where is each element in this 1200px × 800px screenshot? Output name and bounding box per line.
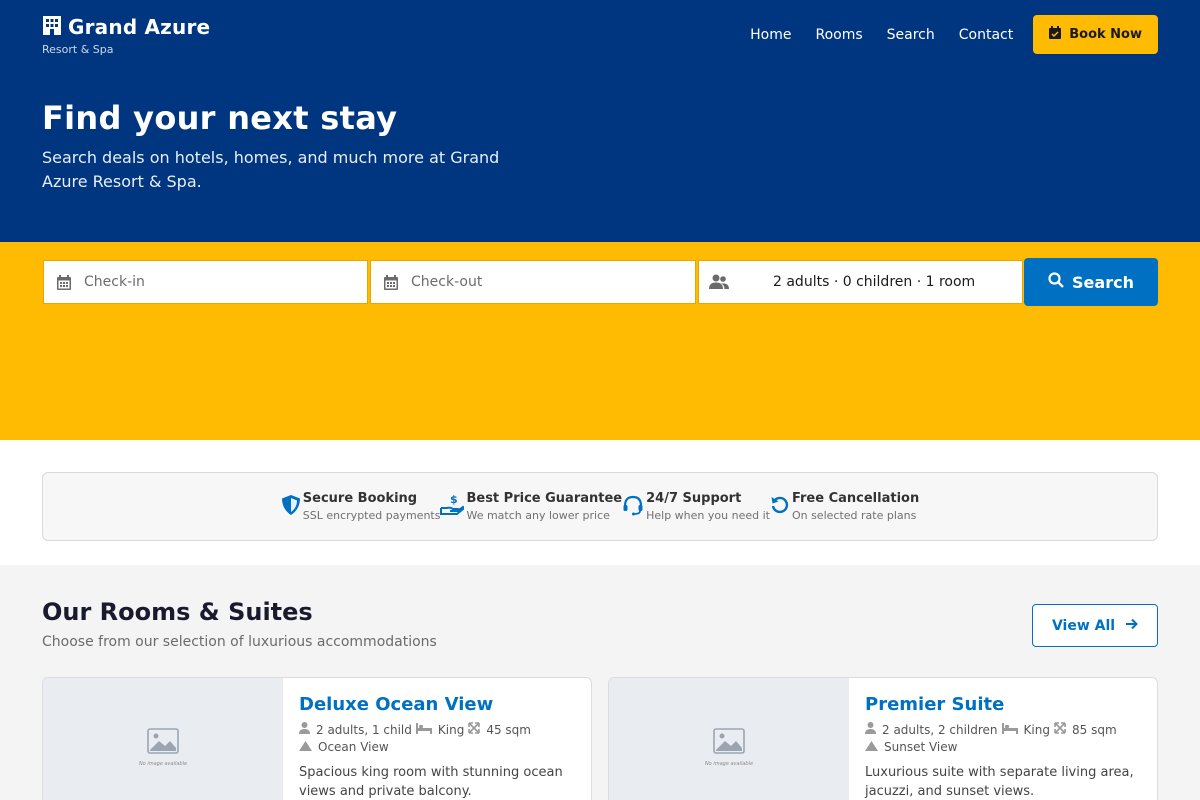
calendar-icon	[371, 274, 411, 290]
nav-home[interactable]: Home	[750, 27, 791, 43]
room-view: Ocean View	[318, 740, 389, 754]
room-size: 45 sqm	[486, 722, 531, 737]
rooms-section: Our Rooms & Suites Choose from our selec…	[0, 565, 1200, 800]
trust-title: 24/7 Support	[646, 491, 742, 506]
checkout-field[interactable]: Check-out	[370, 260, 696, 304]
trust-section: Secure Booking SSL encrypted payments $ …	[0, 440, 1200, 565]
brand-title: Grand Azure	[68, 15, 211, 39]
trust-item-support: 24/7 Support Help when you need it	[622, 491, 770, 522]
brand-subtitle: Resort & Spa	[42, 43, 114, 56]
no-image-text: No image available	[138, 760, 188, 767]
hand-dollar-icon: $	[440, 493, 465, 520]
mountain-icon	[299, 740, 312, 754]
guests-value[interactable]: 2 adults · 0 children · 1 room	[773, 274, 975, 290]
user-icon	[865, 722, 876, 737]
checkout-input[interactable]: Check-out	[411, 274, 482, 290]
nav-contact[interactable]: Contact	[959, 27, 1013, 43]
shield-icon	[281, 494, 301, 520]
no-image-text: No image available	[704, 760, 754, 767]
room-meta: 2 adults, 1 child King 45 sqm	[299, 722, 575, 737]
hero-header: Grand Azure Resort & Spa Home Rooms Sear…	[0, 0, 1200, 242]
checkin-field[interactable]: Check-in	[43, 260, 368, 304]
headset-icon	[622, 494, 644, 520]
view-all-button[interactable]: View All	[1032, 604, 1158, 647]
search-icon	[1048, 272, 1064, 292]
book-now-label: Book Now	[1069, 27, 1142, 42]
svg-text:$: $	[450, 494, 458, 506]
room-card[interactable]: No image available Premier Suite 2 adult…	[608, 677, 1158, 800]
room-size: 85 sqm	[1071, 722, 1117, 737]
nav-rooms[interactable]: Rooms	[815, 27, 862, 43]
trust-title: Secure Booking	[302, 491, 418, 506]
trust-subtitle: On selected rate plans	[791, 509, 917, 522]
calendar-icon	[44, 274, 84, 290]
mountain-icon	[865, 740, 878, 754]
bed-icon	[415, 722, 432, 737]
room-title[interactable]: Premier Suite	[865, 694, 1141, 715]
hotel-building-icon	[42, 15, 62, 39]
room-bed: King	[437, 722, 465, 737]
room-view: Sunset View	[884, 740, 958, 754]
trust-title: Best Price Guarantee	[466, 491, 623, 506]
trust-subtitle: SSL encrypted payments	[302, 509, 441, 522]
trust-item-secure: Secure Booking SSL encrypted payments	[281, 491, 441, 522]
user-icon	[299, 722, 310, 737]
room-description: Spacious king room with stunning ocean v…	[299, 765, 563, 799]
rooms-subtitle: Choose from our selection of luxurious a…	[42, 634, 437, 650]
image-icon	[147, 727, 179, 758]
hero-subtitle: Search deals on hotels, homes, and much …	[42, 148, 500, 191]
size-icon	[468, 722, 481, 737]
trust-bar: Secure Booking SSL encrypted payments $ …	[42, 472, 1158, 541]
search-button[interactable]: Search	[1024, 258, 1158, 306]
brand[interactable]: Grand Azure Resort & Spa	[42, 15, 210, 56]
checkin-input[interactable]: Check-in	[84, 274, 145, 290]
calendar-check-icon	[1049, 26, 1062, 43]
users-icon	[699, 274, 739, 290]
room-bed: King	[1023, 722, 1050, 737]
room-guests: 2 adults, 1 child	[316, 722, 412, 737]
main-nav: Home Rooms Search Contact Book Now	[750, 15, 1158, 54]
room-card[interactable]: No image available Deluxe Ocean View 2 a…	[42, 677, 592, 800]
top-bar: Grand Azure Resort & Spa Home Rooms Sear…	[42, 15, 1158, 56]
room-description: Luxurious suite with separate living are…	[865, 765, 1134, 799]
room-image-placeholder: No image available	[609, 678, 849, 800]
room-guests: 2 adults, 2 children	[882, 722, 998, 737]
trust-item-price: $ Best Price Guarantee We match any lowe…	[440, 491, 622, 522]
arrow-right-icon	[1125, 618, 1138, 634]
hero-title: Find your next stay	[42, 99, 398, 137]
view-all-label: View All	[1051, 617, 1116, 634]
bed-icon	[1001, 722, 1018, 737]
trust-item-cancel: Free Cancellation On selected rate plans	[770, 491, 919, 522]
undo-icon	[770, 495, 790, 519]
image-icon	[713, 727, 745, 758]
book-now-button[interactable]: Book Now	[1033, 15, 1158, 54]
size-icon	[1054, 722, 1066, 737]
trust-title: Free Cancellation	[791, 491, 920, 506]
rooms-title: Our Rooms & Suites	[42, 598, 313, 626]
guests-field[interactable]: 2 adults · 0 children · 1 room	[698, 260, 1023, 304]
search-button-label: Search	[1072, 272, 1134, 292]
room-title[interactable]: Deluxe Ocean View	[299, 694, 575, 715]
room-meta: 2 adults, 2 children King 85 sqm	[865, 722, 1141, 737]
search-band: Check-in Check-out 2 adults · 0 children…	[0, 242, 1200, 440]
trust-subtitle: Help when you need it	[646, 509, 770, 522]
nav-search[interactable]: Search	[887, 27, 935, 43]
trust-subtitle: We match any lower price	[466, 509, 610, 522]
room-image-placeholder: No image available	[43, 678, 283, 800]
